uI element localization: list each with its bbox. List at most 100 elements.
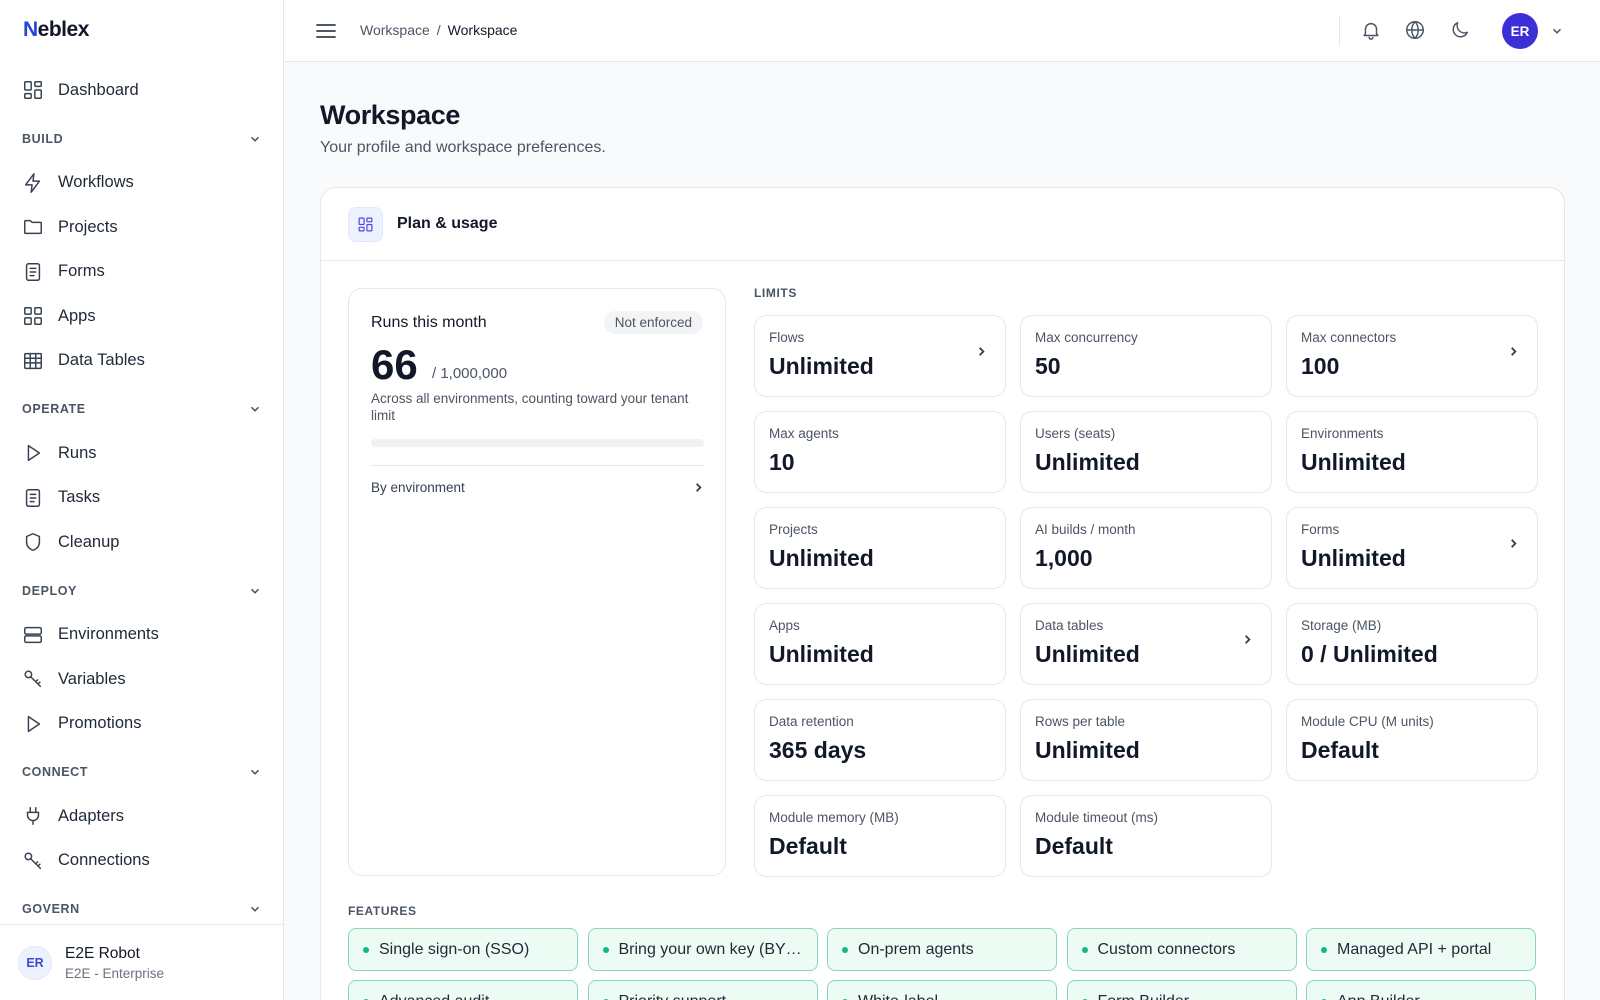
document-icon: [22, 487, 44, 509]
shield-icon: [22, 531, 44, 553]
dashboard-icon: [22, 79, 44, 101]
sidebar-nav: Dashboard BUILD Workflows Projects Forms…: [0, 68, 283, 931]
chevron-right-icon: [1508, 536, 1519, 548]
limit-card[interactable]: Data tables Unlimited: [1020, 603, 1272, 685]
breadcrumb: Workspace / Workspace: [360, 22, 517, 38]
chevron-down-icon: [250, 906, 260, 912]
menu-icon[interactable]: [314, 19, 338, 43]
sidebar-item-label: Forms: [58, 262, 105, 281]
limit-value: 100: [1301, 353, 1340, 379]
sidebar-item-apps[interactable]: Apps: [0, 294, 283, 339]
sidebar-item-label: Tasks: [58, 488, 101, 507]
topbar: Workspace / Workspace ER: [284, 0, 1600, 62]
sidebar-item-label: Workflows: [58, 173, 134, 192]
sidebar-item-label: Apps: [58, 306, 96, 325]
lightning-icon: [22, 172, 44, 194]
feature-chip: Bring your own key (BY…: [587, 928, 818, 971]
limit-value: 10: [769, 449, 795, 475]
sidebar-item-dashboard[interactable]: Dashboard: [0, 68, 283, 113]
sidebar-item-label: Projects: [58, 217, 118, 236]
runs-count: 66: [371, 341, 418, 388]
status-dot: [1321, 946, 1327, 953]
feature-chip: Priority support: [587, 980, 818, 1000]
limits-grid: Flows Unlimited Max concurrency 50 Max conne…: [754, 315, 1538, 877]
features-grid: Single sign-on (SSO) Bring your own key (…: [348, 928, 1538, 1000]
sidebar-item-workflows[interactable]: Workflows: [0, 161, 283, 206]
sidebar-item-tasks[interactable]: Tasks: [0, 476, 283, 521]
limit-label: Storage (MB): [1301, 618, 1382, 633]
chevron-down-icon: [250, 136, 260, 142]
sidebar-section-operate[interactable]: OPERATE: [0, 387, 283, 431]
section-label: GOVERN: [22, 902, 80, 916]
limit-label: Apps: [769, 618, 800, 633]
sidebar-section-build[interactable]: BUILD: [0, 117, 283, 161]
sidebar-item-adapters[interactable]: Adapters: [0, 794, 283, 839]
feature-chip: Advanced audit: [348, 980, 578, 1000]
by-environment-label: By environment: [371, 479, 465, 495]
limit-value: Default: [769, 833, 847, 859]
globe-icon[interactable]: [1404, 19, 1428, 43]
sidebar-section-deploy[interactable]: DEPLOY: [0, 569, 283, 613]
limit-label: AI builds / month: [1035, 522, 1136, 537]
limit-label: Module memory (MB): [769, 810, 899, 825]
sidebar-item-label: Data Tables: [58, 351, 145, 370]
sidebar-item-forms[interactable]: Forms: [0, 250, 283, 295]
limit-label: Max concurrency: [1035, 330, 1138, 345]
sidebar-item-label: Cleanup: [58, 532, 120, 551]
status-dot: [1081, 946, 1088, 953]
limit-card[interactable]: Max connectors 100: [1286, 315, 1538, 397]
limit-card[interactable]: Flows Unlimited: [754, 315, 1006, 397]
limit-label: Max agents: [769, 426, 839, 441]
sidebar-item-environments[interactable]: Environments: [0, 613, 283, 658]
feature-label: Bring your own key (BY…: [618, 940, 802, 958]
breadcrumb-item[interactable]: Workspace: [360, 22, 430, 38]
runs-card: Runs this month Not enforced 66 / 1,000,…: [348, 288, 726, 876]
sidebar-item-label: Dashboard: [58, 80, 139, 99]
limit-card: AI builds / month 1,000: [1020, 507, 1272, 589]
chevron-down-icon[interactable]: [1550, 24, 1564, 38]
limit-label: Users (seats): [1035, 426, 1116, 441]
sidebar-item-cleanup[interactable]: Cleanup: [0, 520, 283, 565]
limit-label: Flows: [769, 330, 805, 345]
by-environment-link[interactable]: By environment: [371, 474, 704, 500]
sidebar: Neblex Dashboard BUILD Workflows Project…: [0, 0, 284, 1000]
sidebar-item-connections[interactable]: Connections: [0, 839, 283, 884]
runs-progress-bar: [371, 439, 704, 447]
bell-icon[interactable]: [1360, 19, 1384, 43]
limit-card: Module timeout (ms) Default: [1020, 795, 1272, 877]
user-name: E2E Robot: [65, 944, 140, 962]
moon-icon[interactable]: [1449, 19, 1473, 43]
limit-value: Unlimited: [1035, 449, 1140, 475]
limit-card: Projects Unlimited: [754, 507, 1006, 589]
avatar[interactable]: ER: [1502, 13, 1538, 49]
limit-value: 1,000: [1035, 545, 1093, 571]
chevron-down-icon: [250, 588, 260, 594]
server-icon: [22, 624, 44, 646]
user-menu[interactable]: ER E2E Robot E2E - Enterprise: [0, 924, 283, 1000]
limit-card[interactable]: Forms Unlimited: [1286, 507, 1538, 589]
key-icon: [22, 850, 44, 872]
limit-card: Rows per table Unlimited: [1020, 699, 1272, 781]
divider: [1339, 15, 1340, 46]
limit-card: Environments Unlimited: [1286, 411, 1538, 493]
limit-value: 0 / Unlimited: [1301, 641, 1438, 667]
limit-label: Projects: [769, 522, 818, 537]
limit-value: 50: [1035, 353, 1061, 379]
sidebar-item-promotions[interactable]: Promotions: [0, 702, 283, 747]
runs-description: Across all environments, counting toward…: [371, 391, 689, 423]
limit-value: Unlimited: [1035, 737, 1140, 763]
limit-card: Users (seats) Unlimited: [1020, 411, 1272, 493]
sidebar-section-connect[interactable]: CONNECT: [0, 750, 283, 794]
card-header: Plan & usage: [321, 188, 1564, 261]
features-label: FEATURES: [348, 904, 417, 918]
sidebar-item-data-tables[interactable]: Data Tables: [0, 339, 283, 384]
limit-label: Data retention: [769, 714, 854, 729]
chevron-right-icon: [1242, 632, 1253, 644]
sidebar-item-runs[interactable]: Runs: [0, 431, 283, 476]
app-logo[interactable]: Neblex: [23, 18, 89, 42]
page-title: Workspace: [320, 100, 460, 130]
sidebar-item-variables[interactable]: Variables: [0, 657, 283, 702]
sidebar-item-projects[interactable]: Projects: [0, 205, 283, 250]
feature-chip: Single sign-on (SSO): [348, 928, 578, 971]
limit-card: Module CPU (M units) Default: [1286, 699, 1538, 781]
